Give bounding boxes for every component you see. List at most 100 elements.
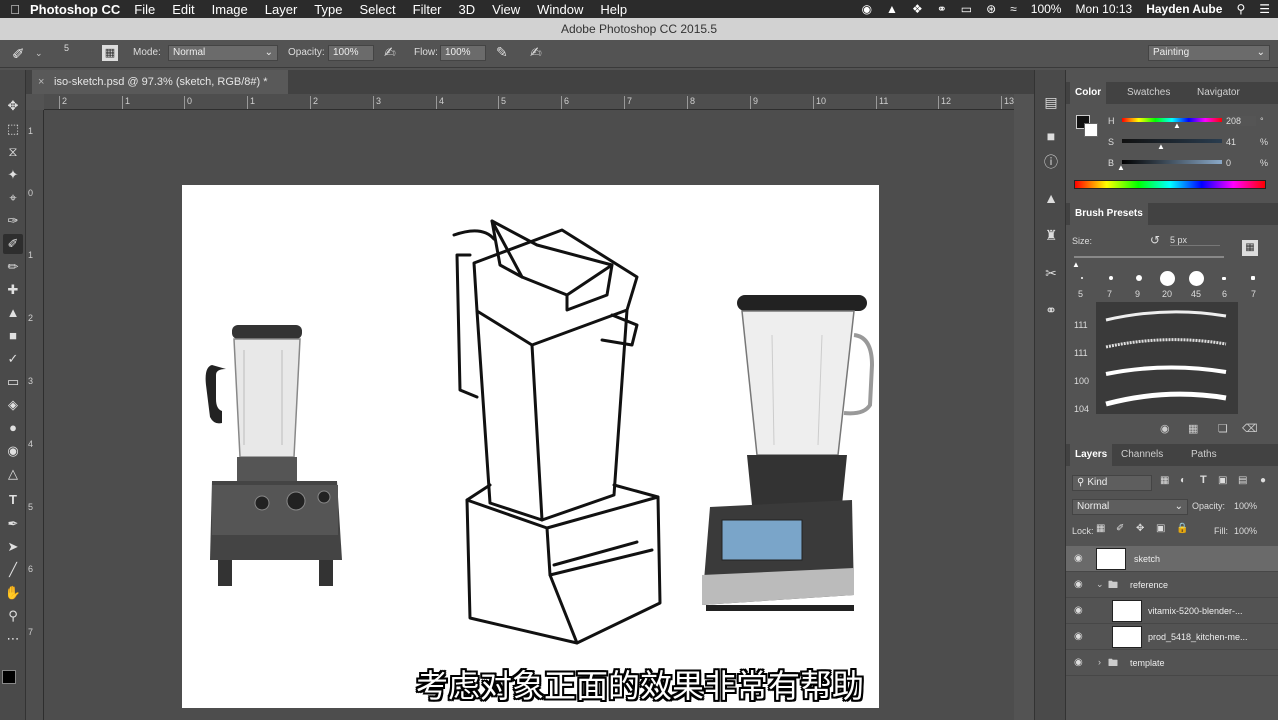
- filter-toggle-icon[interactable]: ●: [1260, 475, 1266, 486]
- menu-window[interactable]: Window: [537, 2, 583, 17]
- blur-tool-icon[interactable]: ●: [3, 418, 23, 438]
- menu-select[interactable]: Select: [359, 2, 395, 17]
- menu-layer[interactable]: Layer: [265, 2, 298, 17]
- wifi-icon[interactable]: ≈: [1010, 2, 1017, 16]
- eye-icon[interactable]: ◉: [1074, 657, 1083, 668]
- eye-icon[interactable]: ◉: [1074, 631, 1083, 642]
- create-preset-icon[interactable]: ▦: [1242, 240, 1258, 256]
- layer-row-reference[interactable]: ◉ ⌄ 🖿 reference: [1066, 572, 1278, 598]
- layer-filter-select[interactable]: ⚲ Kind: [1072, 475, 1152, 491]
- line-tool-icon[interactable]: ╱: [3, 560, 23, 580]
- slider-handle-icon[interactable]: ▲: [1072, 260, 1080, 269]
- libraries-icon[interactable]: ⚭: [1041, 300, 1061, 320]
- crop-tool-icon[interactable]: ⌖: [3, 188, 23, 208]
- lasso-tool-icon[interactable]: ⧖: [3, 142, 23, 162]
- layer-row-prod[interactable]: ◉ prod_5418_kitchen-me...: [1066, 624, 1278, 650]
- pencil-tool-icon[interactable]: ✏: [3, 257, 23, 277]
- notification-icon[interactable]: ☰: [1259, 2, 1270, 16]
- airbrush-icon[interactable]: ✎: [496, 44, 508, 61]
- blend-mode-select[interactable]: Normal ⌄: [1072, 499, 1188, 515]
- quick-select-tool-icon[interactable]: ✦: [3, 165, 23, 185]
- menu-image[interactable]: Image: [212, 2, 248, 17]
- tab-swatches[interactable]: Swatches: [1122, 82, 1175, 104]
- pressure-opacity-icon[interactable]: ✍: [384, 44, 396, 61]
- trash-icon[interactable]: ⌫: [1242, 422, 1258, 435]
- 3d-icon[interactable]: ■: [1041, 126, 1061, 146]
- brush-tool-icon[interactable]: ✐: [12, 45, 25, 63]
- dropbox-icon[interactable]: ❖: [912, 2, 923, 16]
- tab-channels[interactable]: Channels: [1116, 444, 1168, 466]
- close-icon[interactable]: ×: [38, 70, 44, 94]
- pixel-filter-icon[interactable]: ▦: [1160, 475, 1169, 486]
- eye-icon[interactable]: ◉: [1074, 579, 1083, 590]
- app-menu[interactable]: Photoshop CC: [30, 2, 120, 17]
- eraser-tool-icon[interactable]: ▭: [3, 372, 23, 392]
- user-name[interactable]: Hayden Aube: [1146, 2, 1222, 16]
- brush-settings-icon[interactable]: ▲: [1041, 188, 1061, 208]
- type-filter-icon[interactable]: T: [1200, 474, 1207, 486]
- brush-size-value[interactable]: 5: [64, 43, 69, 53]
- b-value[interactable]: 0: [1226, 158, 1256, 168]
- slider-handle-icon[interactable]: ▲: [1173, 121, 1181, 130]
- brush-tip[interactable]: [1160, 271, 1175, 286]
- horizontal-ruler[interactable]: 2 1 0 1 2 3 4 5 6 7 8 9 10 11 12 13: [44, 94, 1014, 110]
- tab-paths[interactable]: Paths: [1186, 444, 1222, 466]
- brush-tool-icon[interactable]: ✐: [3, 234, 23, 254]
- menu-view[interactable]: View: [492, 2, 520, 17]
- history-brush-tool-icon[interactable]: ✓: [3, 349, 23, 369]
- layer-row-sketch[interactable]: ◉ sketch: [1066, 546, 1278, 572]
- clone-source-icon[interactable]: ♜: [1041, 225, 1061, 245]
- eyedropper-tool-icon[interactable]: ✑: [3, 211, 23, 231]
- opacity-field[interactable]: 100%: [328, 45, 374, 61]
- slider-handle-icon[interactable]: ▲: [1157, 142, 1165, 151]
- lock-artboard-icon[interactable]: ▣: [1156, 523, 1165, 534]
- menu-3d[interactable]: 3D: [459, 2, 476, 17]
- reset-icon[interactable]: ↺: [1150, 233, 1160, 247]
- menu-edit[interactable]: Edit: [172, 2, 194, 17]
- chevron-right-icon[interactable]: ›: [1098, 657, 1101, 667]
- brightness-slider[interactable]: [1122, 160, 1222, 164]
- flow-field[interactable]: 100%: [440, 45, 486, 61]
- more-tools-icon[interactable]: ⋯: [3, 629, 23, 649]
- adjustment-filter-icon[interactable]: ◐: [1180, 475, 1186, 486]
- brush-size-slider[interactable]: [1074, 256, 1224, 258]
- record-icon[interactable]: ◉: [862, 2, 872, 16]
- hand-tool-icon[interactable]: ✋: [3, 583, 23, 603]
- mode-select[interactable]: Normal ⌄: [168, 45, 278, 61]
- tab-brush-presets[interactable]: Brush Presets: [1070, 203, 1148, 225]
- smudge-tool-icon[interactable]: △: [3, 464, 23, 484]
- path-select-tool-icon[interactable]: ➤: [3, 537, 23, 557]
- chevron-down-icon[interactable]: ⌄: [1096, 579, 1104, 590]
- tab-navigator[interactable]: Navigator: [1192, 82, 1245, 104]
- hue-slider[interactable]: [1122, 118, 1222, 122]
- airplay-icon[interactable]: ▭: [961, 2, 972, 16]
- layer-opacity-value[interactable]: 100%: [1234, 501, 1257, 511]
- type-tool-icon[interactable]: T: [3, 490, 23, 510]
- smart-object-filter-icon[interactable]: ▤: [1238, 475, 1247, 486]
- pressure-size-icon[interactable]: ✍: [530, 44, 542, 61]
- menu-file[interactable]: File: [134, 2, 155, 17]
- brush-tip[interactable]: [1136, 275, 1142, 281]
- lock-all-icon[interactable]: 🔒: [1176, 523, 1188, 534]
- lock-pixels-icon[interactable]: ✐: [1116, 523, 1124, 534]
- menu-type[interactable]: Type: [314, 2, 342, 17]
- brush-tip[interactable]: [1222, 277, 1226, 280]
- brush-panel-icon[interactable]: ▦: [102, 45, 118, 61]
- upload-icon[interactable]: ▲: [886, 2, 898, 16]
- clone-stamp-tool-icon[interactable]: ▲: [3, 303, 23, 323]
- marquee-tool-icon[interactable]: ⬚: [3, 119, 23, 139]
- saturation-slider[interactable]: [1122, 139, 1222, 143]
- h-value[interactable]: 208: [1226, 116, 1256, 126]
- spotlight-icon[interactable]: ⚲: [1236, 2, 1245, 16]
- bluetooth-icon[interactable]: ⊛: [986, 2, 996, 16]
- document-tab[interactable]: × iso-sketch.psd @ 97.3% (sketch, RGB/8#…: [32, 70, 288, 94]
- brush-size-value[interactable]: 5 px: [1170, 235, 1220, 246]
- move-tool-icon[interactable]: ✥: [3, 96, 23, 116]
- info-icon[interactable]: ⓘ: [1041, 152, 1061, 172]
- brush-tip[interactable]: [1189, 271, 1204, 286]
- shape-filter-icon[interactable]: ▣: [1218, 475, 1227, 486]
- stamp-tool-icon[interactable]: ■: [3, 326, 23, 346]
- menu-help[interactable]: Help: [600, 2, 627, 17]
- brush-tip[interactable]: [1251, 276, 1255, 280]
- color-spectrum-bar[interactable]: [1074, 180, 1266, 189]
